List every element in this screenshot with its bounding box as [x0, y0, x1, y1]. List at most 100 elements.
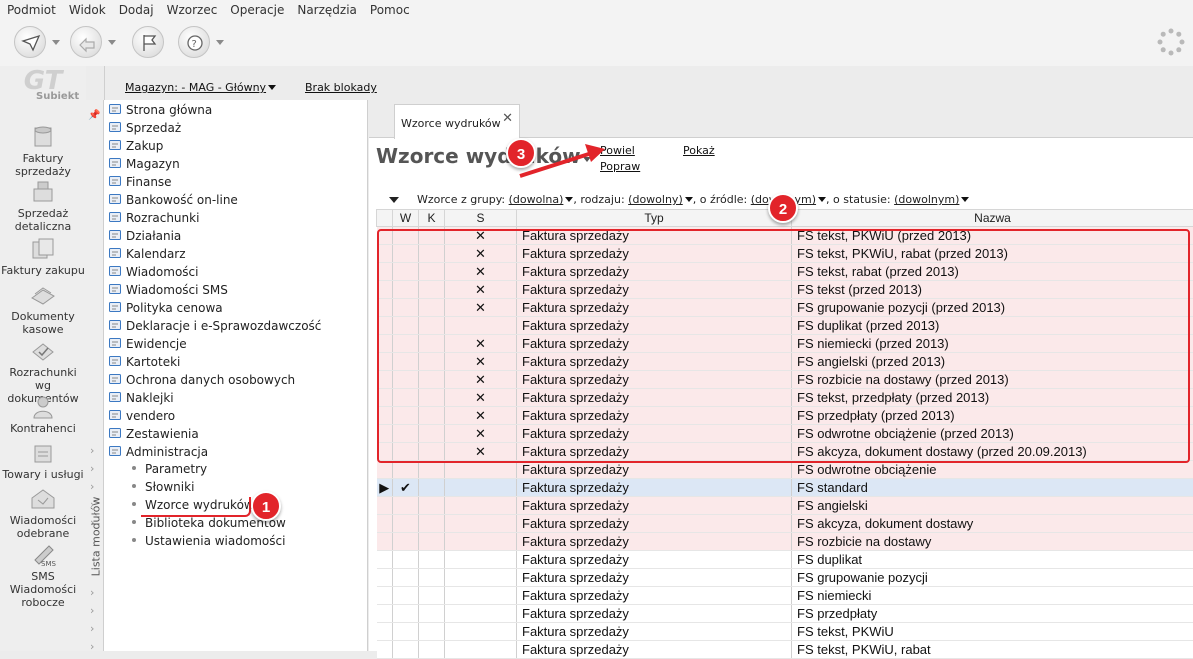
warehouse-selector[interactable]: Magazyn: - MAG - Główny [125, 81, 276, 94]
table-row[interactable]: ▶✔Faktura sprzedażyFS standard [377, 479, 1193, 497]
tree-item[interactable]: Finanse [108, 174, 172, 192]
table-row[interactable]: Faktura sprzedażyFS tekst, PKWiU, rabat [377, 641, 1193, 659]
table-row[interactable]: Faktura sprzedażyFS tekst, PKWiU [377, 623, 1193, 641]
table-row[interactable]: ✕Faktura sprzedażyFS grupowanie pozycji … [377, 299, 1193, 317]
tree-item[interactable]: Zakup [108, 138, 163, 156]
chevron-right-icon[interactable]: › [90, 604, 94, 617]
tree-item[interactable]: Administracja [108, 444, 208, 462]
table-row[interactable]: Faktura sprzedażyFS duplikat (przed 2013… [377, 317, 1193, 335]
table-row[interactable]: ✕Faktura sprzedażyFS tekst, PKWiU, rabat… [377, 245, 1193, 263]
menu-dodaj[interactable]: Dodaj [112, 0, 160, 17]
tree-item-label: Ochrona danych osobowych [126, 373, 295, 387]
tree-item[interactable]: Kartoteki [108, 354, 180, 372]
tree-subitem[interactable]: Wzorce wydruków [132, 498, 254, 516]
tree-item[interactable]: Sprzedaż [108, 120, 181, 138]
chevron-right-icon[interactable]: › [90, 586, 94, 599]
table-row[interactable]: ✕Faktura sprzedażyFS tekst, przedpłaty (… [377, 389, 1193, 407]
tree-item[interactable]: Bankowość on-line [108, 192, 238, 210]
chevron-right-icon[interactable]: › [90, 444, 94, 457]
module-faktury-zakupu[interactable]: Faktury zakupu [0, 236, 86, 277]
tree-item[interactable]: Naklejki [108, 390, 174, 408]
menu-widok[interactable]: Widok [62, 0, 112, 17]
cell-w [393, 587, 419, 605]
tree-item[interactable]: vendero [108, 408, 175, 426]
menu-operacje[interactable]: Operacje [223, 0, 290, 17]
tree-item[interactable]: Magazyn [108, 156, 180, 174]
tree-item[interactable]: Ochrona danych osobowych [108, 372, 295, 390]
cell-k [419, 227, 445, 245]
cell-s: ✕ [445, 281, 517, 299]
table-row[interactable]: Faktura sprzedażyFS akcyza, dokument dos… [377, 515, 1193, 533]
chevron-down-icon[interactable] [108, 40, 116, 45]
help-button[interactable]: ? [176, 26, 234, 58]
column-header-s[interactable]: S [445, 210, 517, 227]
send-button[interactable] [12, 26, 70, 58]
filter-kind-select[interactable]: (dowolny) [628, 193, 693, 206]
column-header-w[interactable]: W [393, 210, 419, 227]
tree-item[interactable]: Zestawienia [108, 426, 199, 444]
tree-subitem[interactable]: Słowniki [132, 480, 194, 498]
cell-k [419, 389, 445, 407]
tab-label: Wzorce wydruków [401, 117, 501, 130]
table-row[interactable]: Faktura sprzedażyFS przedpłaty [377, 605, 1193, 623]
pokaz-link[interactable]: Pokaż [683, 144, 715, 157]
table-row[interactable]: ✕Faktura sprzedażyFS tekst, rabat (przed… [377, 263, 1193, 281]
cell-typ: Faktura sprzedaży [517, 641, 792, 659]
chevron-right-icon[interactable]: › [90, 480, 94, 493]
tree-item[interactable]: Strona główna [108, 102, 212, 120]
column-header-nazwa[interactable]: Nazwa [792, 210, 1193, 227]
tree-item[interactable]: Polityka cenowa [108, 300, 223, 318]
menu-narzedzia[interactable]: Narzędzia [290, 0, 363, 17]
table-row[interactable]: ✕Faktura sprzedażyFS niemiecki (przed 20… [377, 335, 1193, 353]
tree-item[interactable]: Wiadomości SMS [108, 282, 228, 300]
tree-item-label: Sprzedaż [126, 121, 181, 135]
table-row[interactable]: Faktura sprzedażyFS odwrotne obciążenie [377, 461, 1193, 479]
close-icon[interactable]: ✕ [502, 111, 513, 126]
module-kontrahenci[interactable]: Kontrahenci [0, 394, 86, 435]
chevron-down-icon[interactable] [52, 40, 60, 45]
tree-item[interactable]: Ewidencje [108, 336, 187, 354]
table-row[interactable]: ✕Faktura sprzedażyFS akcyza, dokument do… [377, 443, 1193, 461]
module-dokumenty-kasowe[interactable]: Dokumenty kasowe [0, 282, 86, 336]
module-towary-i-uslugi[interactable]: Towary i usługi [0, 440, 86, 481]
tree-item[interactable]: Rozrachunki [108, 210, 199, 228]
table-row[interactable]: Faktura sprzedażyFS rozbicie na dostawy [377, 533, 1193, 551]
table-row[interactable]: Faktura sprzedażyFS grupowanie pozycji [377, 569, 1193, 587]
chevron-right-icon[interactable]: › [90, 640, 94, 653]
chevron-down-icon[interactable] [216, 40, 224, 45]
module-sms[interactable]: SMS SMS Wiadomości robocze [0, 542, 86, 609]
menu-pomoc[interactable]: Pomoc [363, 0, 416, 17]
menu-wzorzec[interactable]: Wzorzec [160, 0, 224, 17]
forward-button[interactable] [68, 26, 126, 58]
filter-group-select[interactable]: (dowolna) [509, 193, 574, 206]
table-row[interactable]: ✕Faktura sprzedażyFS odwrotne obciążenie… [377, 425, 1193, 443]
module-wiadomosci-odebrane[interactable]: Wiadomości odebrane [0, 486, 86, 540]
column-header-k[interactable]: K [419, 210, 445, 227]
tree-item[interactable]: Wiadomości [108, 264, 198, 282]
table-row[interactable]: ✕Faktura sprzedażyFS rozbicie na dostawy… [377, 371, 1193, 389]
table-row[interactable]: ✕Faktura sprzedażyFS tekst, PKWiU (przed… [377, 227, 1193, 245]
table-row[interactable]: Faktura sprzedażyFS duplikat [377, 551, 1193, 569]
filter-status-select[interactable]: (dowolnym) [894, 193, 969, 206]
table-row[interactable]: Faktura sprzedażyFS niemiecki [377, 587, 1193, 605]
tab-wzorce-wydrukow[interactable]: Wzorce wydruków ✕ [394, 104, 520, 139]
lock-status-link[interactable]: Brak blokady [305, 81, 377, 94]
table-row[interactable]: ✕Faktura sprzedażyFS tekst (przed 2013) [377, 281, 1193, 299]
tree-item[interactable]: Kalendarz [108, 246, 186, 264]
table-row[interactable]: Faktura sprzedażyFS angielski [377, 497, 1193, 515]
chevron-right-icon[interactable]: › [90, 462, 94, 475]
column-header-typ[interactable]: Typ [517, 210, 792, 227]
menu-podmiot[interactable]: Podmiot [0, 0, 62, 17]
tree-item[interactable]: Deklaracje i e-Sprawozdawczość [108, 318, 321, 336]
module-list-strip[interactable]: › › › › › › › › › Lista modułów [86, 100, 104, 651]
module-faktury-sprzedazy[interactable]: Faktury sprzedaży [0, 124, 86, 178]
tree-item[interactable]: Działania [108, 228, 181, 246]
chevron-right-icon[interactable]: › [90, 622, 94, 635]
table-row[interactable]: ✕Faktura sprzedażyFS przedpłaty (przed 2… [377, 407, 1193, 425]
table-row[interactable]: ✕Faktura sprzedażyFS angielski (przed 20… [377, 353, 1193, 371]
tree-subitem[interactable]: Parametry [132, 462, 207, 480]
module-sprzedaz-detaliczna[interactable]: Sprzedaż detaliczna [0, 179, 86, 233]
settings-gear-icon[interactable] [1157, 28, 1185, 56]
pin-icon[interactable]: 📌 [88, 110, 100, 121]
tree-subitem[interactable]: Ustawienia wiadomości [132, 534, 285, 552]
